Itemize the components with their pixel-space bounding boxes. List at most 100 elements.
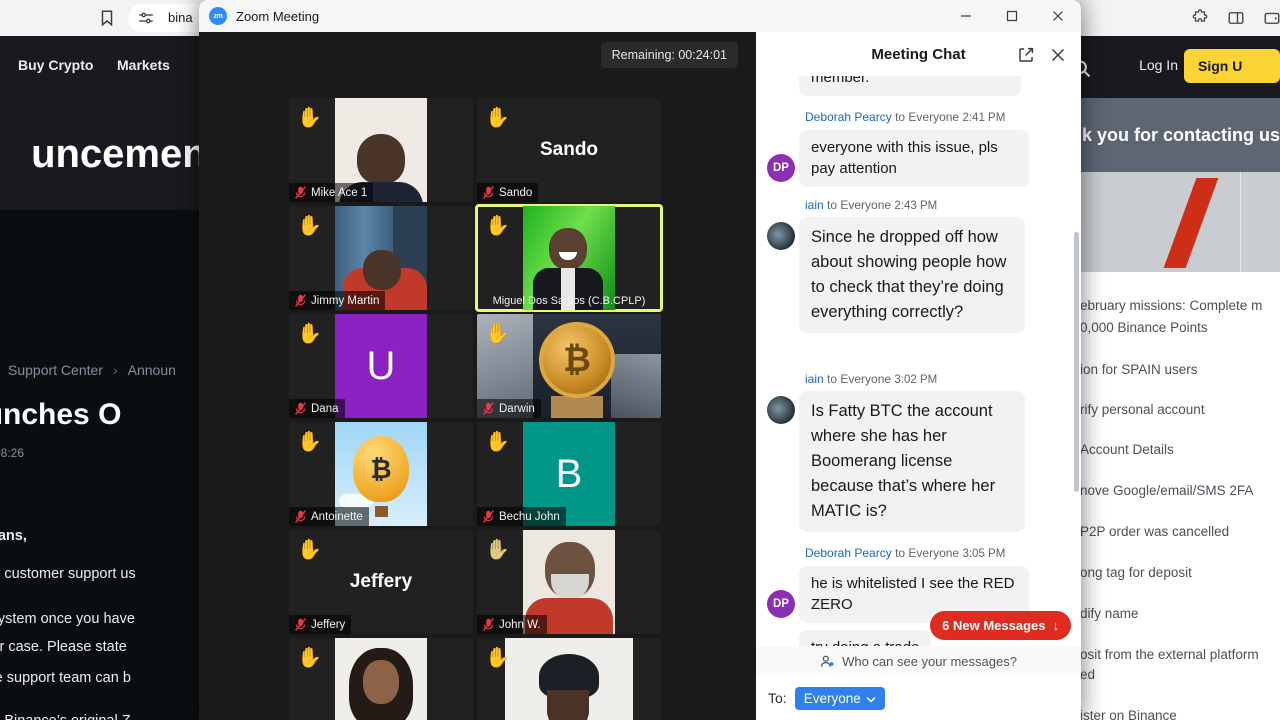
zoom-meeting-window: zm Zoom Meeting Remaining: 00:24:01 ✋ Mi… [199, 0, 1081, 720]
people-icon [820, 654, 835, 669]
close-button[interactable] [1035, 0, 1081, 32]
list-item[interactable]: osit from the external platform [1080, 647, 1259, 662]
participant-nameplate: Darwin [477, 399, 541, 418]
recipient-selector[interactable]: Everyone [794, 686, 885, 710]
window-controls [943, 0, 1081, 32]
participant-video [335, 638, 427, 720]
participant-tile-active-speaker[interactable]: ✋ Miguel Dos Santos (C.B.CPLP) [475, 204, 663, 312]
participant-tile[interactable]: ✋ U Dana [289, 314, 473, 418]
participant-name: Antoinette [311, 510, 363, 523]
chat-sender-name[interactable]: iain [805, 372, 824, 386]
chat-message-meta: Deborah Pearcy to Everyone 2:41 PM [805, 110, 1005, 124]
participant-tile[interactable]: ✋ Sando Sando [477, 98, 661, 202]
article-title: ce Launches O [0, 398, 122, 431]
list-item[interactable]: dify name [1080, 606, 1139, 621]
participant-tile[interactable]: ✋ B Bechu John [477, 422, 661, 526]
nav-markets[interactable]: Markets [117, 57, 170, 73]
article-line-3: to your case. Please state [0, 639, 127, 655]
chat-sender-name[interactable]: Deborah Pearcy [805, 546, 892, 560]
participant-nameplate: Antoinette [289, 507, 369, 526]
sidebar-icon[interactable] [1227, 9, 1245, 27]
popout-icon[interactable] [1017, 46, 1035, 64]
participant-name: John W. [499, 618, 541, 631]
nav-log-in[interactable]: Log In [1139, 57, 1178, 73]
close-icon[interactable] [1049, 46, 1067, 64]
participant-tile[interactable]: ✋ ₿ Darwin [477, 314, 661, 418]
participant-tile[interactable]: ✋ John W. [477, 530, 661, 634]
list-item[interactable]: ebruary missions: Complete m [1080, 298, 1262, 313]
site-settings-icon[interactable] [137, 9, 155, 27]
raised-hand-icon: ✋ [485, 431, 510, 453]
to-label: To: [768, 690, 787, 706]
chat-sender-name[interactable]: iain [805, 198, 824, 212]
address-bar-text[interactable]: bina [168, 10, 193, 25]
participant-nameplate: Miguel Dos Santos (C.B.CPLP) [477, 291, 661, 310]
browser-toolbar-left: bina [0, 0, 248, 36]
arrow-down-icon: ↓ [1052, 618, 1060, 633]
list-item[interactable]: nove Google/email/SMS 2FA [1080, 483, 1253, 498]
breadcrumb: Support Center › Announ [8, 362, 176, 378]
article-line-4: inance support team can b [0, 670, 131, 686]
list-item[interactable]: Account Details [1080, 442, 1174, 457]
participant-tile[interactable]: ✋ ₿ Antoinette [289, 422, 473, 526]
participant-name: Bechu John [499, 510, 560, 523]
chat-recipient: to Everyone [827, 198, 892, 212]
chat-bubble: Is Fatty BTC the account where she has h… [799, 391, 1025, 533]
chat-sender-name[interactable]: Deborah Pearcy [805, 110, 892, 124]
breadcrumb-support-center[interactable]: Support Center [8, 362, 103, 378]
binance-article-column: uncement Support Center › Announ ce Launch… [0, 98, 220, 720]
participant-tile[interactable]: ✋ [289, 638, 473, 720]
list-item[interactable]: rify personal account [1080, 402, 1205, 417]
list-item[interactable]: ion for SPAIN users [1080, 362, 1198, 377]
nav-sign-up-button[interactable]: Sign U [1184, 49, 1280, 83]
avatar [767, 396, 795, 424]
list-item[interactable]: P2P order was cancelled [1080, 524, 1229, 539]
binance-support-column: ank you for contacting us ebruary missio… [1080, 98, 1280, 720]
chat-timestamp: 2:41 PM [962, 112, 1006, 124]
chat-message-list[interactable]: member. Deborah Pearcy to Everyone 2:41 … [756, 76, 1081, 676]
raised-hand-icon: ✋ [297, 431, 322, 453]
puzzle-icon[interactable] [1191, 9, 1209, 27]
participant-name: Jeffery [311, 618, 346, 631]
list-item[interactable]: ed [1080, 667, 1095, 682]
list-item[interactable]: ong tag for deposit [1080, 565, 1192, 580]
avatar [767, 222, 795, 250]
list-item[interactable]: 0,000 Binance Points [1080, 320, 1208, 335]
participant-name: Mike Ace 1 [311, 186, 368, 199]
bookmark-icon[interactable] [98, 9, 116, 27]
chat-bubble-partial: member. [799, 76, 1021, 96]
chat-timestamp: 3:05 PM [962, 548, 1006, 560]
zoom-logo-icon: zm [209, 7, 227, 25]
raised-hand-icon: ✋ [297, 323, 322, 345]
participant-tile[interactable]: ✋ Mike Ace 1 [289, 98, 473, 202]
screen-root: bina Buy Crypto Markets Log In Sign U un… [0, 0, 1280, 720]
list-item[interactable]: ister on Binance [1080, 708, 1177, 720]
raised-hand-icon: ✋ [485, 323, 510, 345]
meeting-chat-panel: Meeting Chat member. Deborah Pearcy to E… [756, 32, 1081, 720]
muted-mic-icon [483, 618, 494, 631]
wallet-icon[interactable] [1263, 9, 1280, 27]
zoom-window-title: Zoom Meeting [236, 8, 320, 24]
participant-tile[interactable]: ✋ Jeffery Jeffery [289, 530, 473, 634]
muted-mic-icon [295, 618, 306, 631]
minimize-button[interactable] [943, 0, 989, 32]
article-line-5: te that Binance’s original Z [0, 713, 131, 720]
nav-buy-crypto[interactable]: Buy Crypto [18, 57, 93, 73]
new-messages-button[interactable]: 6 New Messages ↓ [930, 611, 1071, 640]
zoom-titlebar[interactable]: zm Zoom Meeting [199, 0, 1081, 32]
chat-recipient: to Everyone [895, 546, 960, 560]
chat-compose-footer: To: Everyone [756, 676, 1081, 720]
breadcrumb-current[interactable]: Announ [128, 362, 176, 378]
maximize-button[interactable] [989, 0, 1035, 32]
who-can-see-messages[interactable]: Who can see your messages? [756, 646, 1081, 676]
chat-bubble: everyone with this issue, pls pay attent… [799, 130, 1029, 188]
raised-hand-icon: ✋ [485, 539, 510, 561]
participant-tile[interactable]: ✋ Jimmy Martin [289, 206, 473, 310]
chat-scrollbar-thumb[interactable] [1074, 232, 1079, 492]
participant-nameplate: Mike Ace 1 [289, 183, 374, 202]
chat-recipient: to Everyone [827, 372, 892, 386]
chat-timestamp: 2:43 PM [894, 200, 938, 212]
muted-mic-icon [295, 294, 306, 307]
participant-tile[interactable]: ✋ [477, 638, 661, 720]
participant-nameplate: Dana [289, 399, 345, 418]
